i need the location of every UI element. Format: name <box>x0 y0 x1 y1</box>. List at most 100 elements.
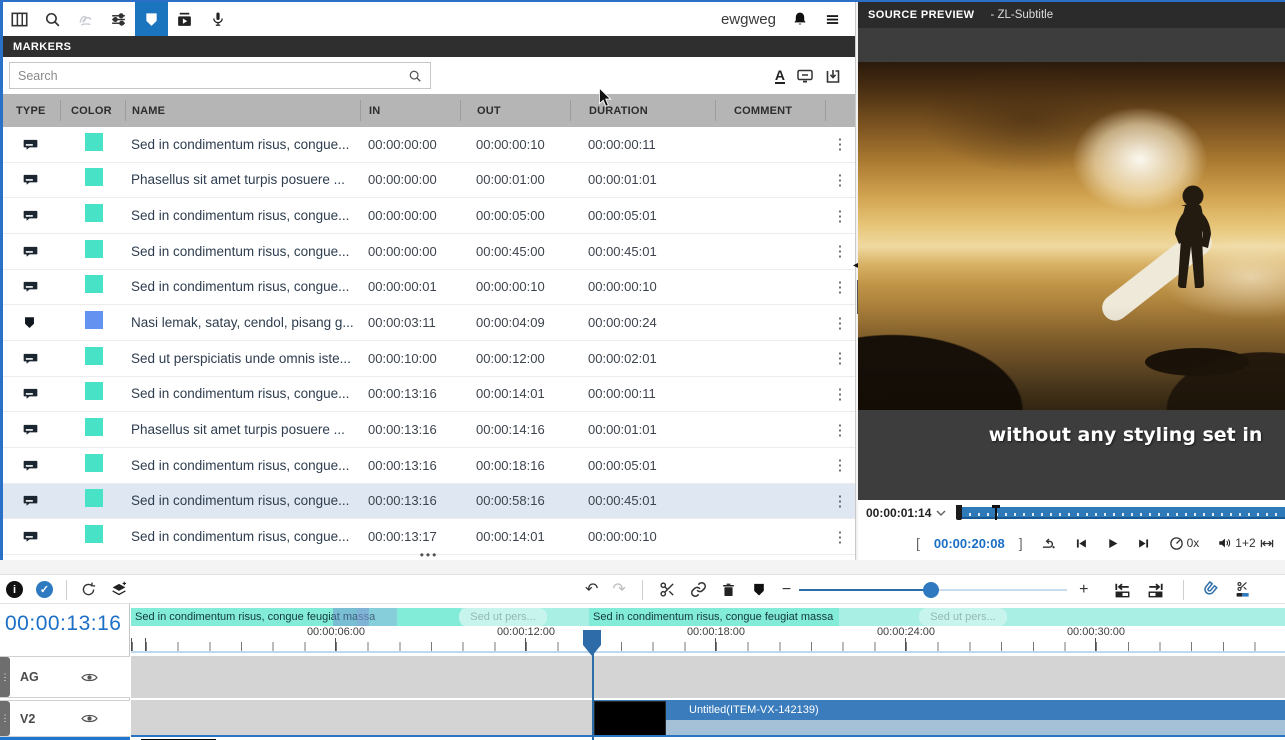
info-button[interactable]: i <box>6 581 23 598</box>
next-frame-button[interactable] <box>1137 537 1151 550</box>
insert-left-icon[interactable] <box>1113 582 1132 598</box>
timeline-playhead-handle[interactable] <box>583 630 601 656</box>
undo-button[interactable]: ↶ <box>585 582 598 598</box>
zoom-in-button[interactable]: + <box>1079 582 1088 598</box>
zoom-slider-handle[interactable] <box>923 582 939 598</box>
col-comment[interactable]: COMMENT <box>715 100 825 121</box>
redo-button[interactable]: ↷ <box>612 582 625 598</box>
row-menu-kebab-icon[interactable]: ⋮ <box>825 421 855 439</box>
table-row[interactable]: Sed in condimentum risus, congue... 00:0… <box>3 234 855 270</box>
subtitle-block-faded[interactable]: Sed ut pers... <box>459 608 547 626</box>
export-video-button[interactable] <box>168 2 201 36</box>
delete-trash-icon[interactable] <box>721 582 736 598</box>
table-row-selected[interactable]: Sed in condimentum risus, congue... 00:0… <box>3 484 855 520</box>
panel-columns-button[interactable] <box>3 2 36 36</box>
subtitle-type-icon <box>3 422 60 437</box>
table-row[interactable]: Phasellus sit amet turpis posuere ... 00… <box>3 163 855 199</box>
fit-width-icon[interactable] <box>1259 537 1275 550</box>
ruler-label: 00:00:30:00 <box>1064 626 1128 638</box>
subtitle-block[interactable]: Sed in condimentum risus, congue feugiat… <box>131 608 461 626</box>
col-in[interactable]: IN <box>360 100 460 121</box>
scrub-playhead[interactable] <box>992 505 1000 520</box>
row-menu-kebab-icon[interactable]: ⋮ <box>825 528 855 546</box>
track-lane-ag[interactable] <box>131 656 1285 698</box>
table-row[interactable]: Sed in condimentum risus, congue... 00:0… <box>3 448 855 484</box>
insert-right-icon[interactable] <box>1146 582 1165 598</box>
video-frame[interactable] <box>858 62 1285 410</box>
search-input[interactable] <box>10 68 408 84</box>
subtitle-block[interactable]: Sed in condimentum risus, congue feugiat… <box>589 608 839 626</box>
color-swatch <box>85 454 103 472</box>
preview-scrub-bar[interactable] <box>956 507 1285 519</box>
mark-out-bracket[interactable]: ] <box>1019 535 1023 551</box>
timeline-zoom-slider[interactable] <box>799 581 1067 599</box>
col-name[interactable]: NAME <box>125 100 360 121</box>
search-button[interactable] <box>36 2 69 36</box>
row-menu-kebab-icon[interactable]: ⋮ <box>825 278 855 296</box>
row-menu-kebab-icon[interactable]: ⋮ <box>825 385 855 403</box>
track-visibility-eye-icon[interactable] <box>81 671 98 684</box>
table-row[interactable]: Sed in condimentum risus, congue... 00:0… <box>3 377 855 413</box>
hamburger-menu-button[interactable] <box>824 12 841 27</box>
subtitle-overview-strip[interactable]: Sed in condimentum risus, congue feugiat… <box>131 608 1285 626</box>
col-duration[interactable]: DURATION <box>570 100 715 121</box>
link-icon[interactable] <box>690 581 707 598</box>
video-clip[interactable]: Untitled(ITEM-VX-142139) <box>593 700 1285 737</box>
search-icon <box>44 11 61 28</box>
microphone-button[interactable] <box>201 2 234 36</box>
add-layer-icon[interactable] <box>110 581 128 598</box>
row-menu-kebab-icon[interactable]: ⋮ <box>825 349 855 367</box>
table-row[interactable]: Phasellus sit amet turpis posuere ... 00… <box>3 412 855 448</box>
table-row[interactable]: Sed in condimentum risus, congue... 00:0… <box>3 270 855 306</box>
row-menu-kebab-icon[interactable]: ⋮ <box>825 314 855 332</box>
loop-icon[interactable] <box>1041 537 1056 550</box>
scrub-in-marker[interactable] <box>956 505 962 520</box>
markers-tool-button[interactable] <box>135 2 168 36</box>
table-row[interactable]: Nasi lemak, satay, cendol, pisang g... 0… <box>3 305 855 341</box>
row-menu-kebab-icon[interactable]: ⋮ <box>825 456 855 474</box>
table-row[interactable]: Sed in condimentum risus, congue... 00:0… <box>3 127 855 163</box>
table-row[interactable]: Sed ut perspiciatis unde omnis iste... 0… <box>3 341 855 377</box>
row-menu-kebab-icon[interactable]: ⋮ <box>825 242 855 260</box>
timeline-playhead-timecode[interactable]: 00:00:13:16 <box>5 612 121 636</box>
add-marker-icon[interactable] <box>752 582 766 597</box>
preview-out-time[interactable]: 00:00:20:08 <box>934 536 1005 551</box>
row-menu-kebab-icon[interactable]: ⋮ <box>825 135 855 153</box>
font-style-button[interactable]: A <box>775 68 785 84</box>
timeline-ruler[interactable]: 00:00:06:00 00:00:12:00 00:00:18:00 00:0… <box>131 626 1285 653</box>
snap-magnet-icon[interactable] <box>1200 581 1218 599</box>
track-drag-handle[interactable]: ⋮ <box>0 657 10 697</box>
table-row[interactable]: Sed in condimentum risus, congue... 00:0… <box>3 198 855 234</box>
cut-scissors-icon[interactable] <box>659 581 676 598</box>
audio-channels-button[interactable]: 1+2 <box>1217 536 1255 550</box>
chevron-down-icon[interactable] <box>936 509 946 517</box>
zoom-out-button[interactable]: − <box>782 582 791 598</box>
col-color[interactable]: COLOR <box>60 100 125 121</box>
approve-check-button[interactable]: ✓ <box>36 581 53 598</box>
razor-clip-icon[interactable] <box>1234 581 1252 598</box>
track-visibility-eye-icon[interactable] <box>81 712 98 725</box>
col-type[interactable]: TYPE <box>3 100 60 121</box>
color-swatch <box>85 489 103 507</box>
refresh-icon[interactable] <box>80 581 97 598</box>
previous-frame-button[interactable] <box>1074 537 1088 550</box>
display-toggle-button[interactable] <box>796 68 814 84</box>
search-input-icon[interactable] <box>408 69 422 83</box>
notifications-bell-button[interactable] <box>792 11 808 27</box>
sliders-button[interactable] <box>102 2 135 36</box>
row-menu-kebab-icon[interactable]: ⋮ <box>825 207 855 225</box>
track-header-ag[interactable]: ⋮ AG <box>0 656 130 698</box>
script-button[interactable] <box>69 2 102 36</box>
row-menu-kebab-icon[interactable]: ⋮ <box>825 171 855 189</box>
play-button[interactable] <box>1106 537 1119 550</box>
mark-in-bracket[interactable]: [ <box>916 535 920 551</box>
timeline-playhead-line[interactable] <box>592 653 594 740</box>
track-lane-v2[interactable]: Untitled(ITEM-VX-142139) <box>131 700 1285 737</box>
track-header-v2[interactable]: ⋮ V2 <box>0 700 130 737</box>
import-export-button[interactable] <box>825 68 841 84</box>
track-drag-handle[interactable]: ⋮ <box>0 701 10 736</box>
subtitle-block-faded[interactable]: Sed ut pers... <box>919 608 1007 626</box>
playback-speed-button[interactable]: 0x <box>1169 536 1200 551</box>
col-out[interactable]: OUT <box>460 100 570 121</box>
row-menu-kebab-icon[interactable]: ⋮ <box>825 492 855 510</box>
